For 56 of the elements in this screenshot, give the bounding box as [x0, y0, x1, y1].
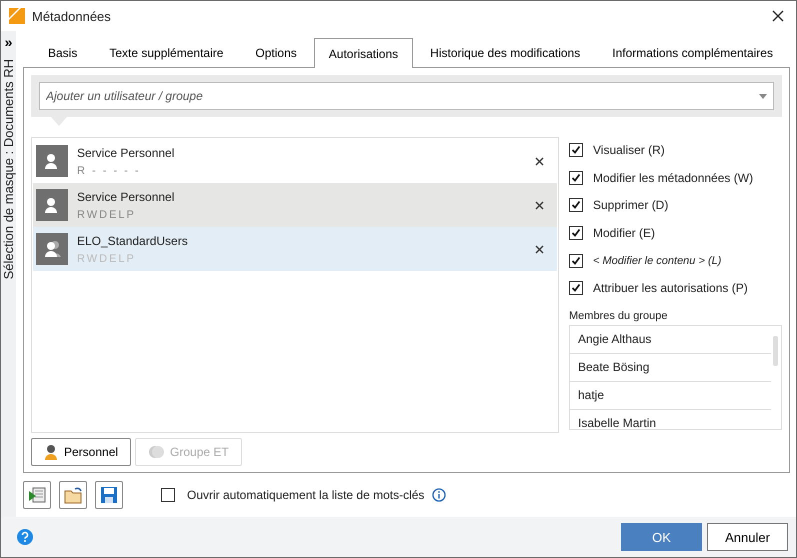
checkbox[interactable]: [569, 198, 583, 212]
expand-button[interactable]: »: [4, 35, 12, 49]
permission-label: Modifier (E): [593, 226, 656, 240]
remove-icon[interactable]: [535, 156, 544, 166]
save-icon[interactable]: [95, 481, 123, 509]
sidebar-label: Sélection de masque : Documents RH: [1, 59, 16, 280]
entry-name: Service Personnel: [77, 190, 176, 204]
checkbox[interactable]: [161, 488, 175, 502]
permission-label: Modifier les métadonnées (W): [593, 170, 754, 185]
remove-icon[interactable]: [535, 200, 544, 210]
user-avatar-icon: [36, 145, 68, 177]
info-icon[interactable]: [432, 488, 446, 502]
tab[interactable]: Historique des modifications: [415, 37, 596, 67]
checkbox[interactable]: [569, 254, 583, 268]
group-avatar-icon: [36, 233, 68, 265]
ok-button[interactable]: OK: [621, 523, 702, 551]
tab[interactable]: Autorisations: [314, 38, 414, 68]
circles-icon: [148, 444, 164, 460]
checkbox[interactable]: [569, 170, 583, 185]
member-item[interactable]: hatje: [570, 382, 771, 410]
dropdown-icon: [758, 94, 767, 98]
person-icon: [44, 444, 58, 460]
permission-label: Attribuer les autorisations (P): [593, 281, 748, 296]
checkbox[interactable]: [569, 226, 583, 240]
checkbox[interactable]: [569, 142, 583, 157]
import-icon[interactable]: [23, 481, 51, 509]
entry-rights: RWDELP: [77, 252, 137, 264]
folder-icon[interactable]: [59, 481, 87, 509]
member-item[interactable]: Beate Bösing: [570, 354, 771, 382]
member-item[interactable]: Isabelle Martin: [570, 410, 771, 429]
window-title: Métadonnées: [32, 8, 112, 24]
user-avatar-icon: [36, 189, 68, 221]
cancel-button[interactable]: Annuler: [707, 523, 788, 551]
tab[interactable]: Texte supplémentaire: [94, 37, 238, 67]
entry-row[interactable]: ELO_StandardUsers RWDELP: [33, 227, 557, 271]
members-heading: Membres du groupe: [569, 310, 668, 322]
tab[interactable]: Options: [240, 37, 312, 67]
tab[interactable]: Informations complémentaires: [597, 37, 788, 67]
tab[interactable]: Basis: [33, 37, 92, 67]
permission-label: < Modifier le contenu > (L): [593, 254, 722, 267]
app-logo-icon: [9, 8, 25, 24]
filter-button[interactable]: Personnel: [31, 438, 132, 466]
entry-rights: RWDELP: [77, 208, 137, 220]
remove-icon[interactable]: [535, 244, 544, 254]
permission-label: Supprimer (D): [593, 198, 668, 212]
member-item[interactable]: Angie Althaus: [570, 326, 771, 354]
auto-open-label: Ouvrir automatiquement la liste de mots-clés: [187, 488, 424, 502]
entry-rights: R - - - - -: [77, 164, 142, 176]
entry-row[interactable]: Service Personnel R - - - - -: [33, 139, 557, 183]
entry-name: ELO_StandardUsers: [77, 234, 189, 248]
close-icon[interactable]: [772, 10, 784, 22]
entry-row[interactable]: Service Personnel RWDELP: [33, 183, 557, 227]
entry-name: Service Personnel: [77, 146, 176, 160]
checkbox[interactable]: [569, 281, 583, 296]
help-icon[interactable]: [17, 529, 33, 545]
permission-label: Visualiser (R): [593, 142, 665, 157]
